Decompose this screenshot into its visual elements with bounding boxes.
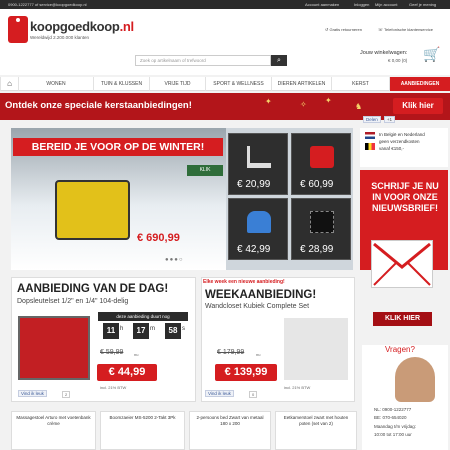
hero-main-price: € 690,99 <box>137 232 180 244</box>
support-agent-avatar <box>395 357 435 402</box>
timer-minutes: 17 <box>133 323 149 339</box>
deal-product-name[interactable]: Dopsleutelset 1/2" en 1/4" 104-delig <box>17 298 128 305</box>
logo-tag-icon[interactable] <box>8 16 28 43</box>
nl-flag-icon <box>365 132 375 139</box>
help-title: Vragen? <box>385 345 415 354</box>
week-nu-label: nu <box>256 352 261 357</box>
help-phone-nl[interactable]: NL: 0900-1222777 <box>374 407 411 412</box>
timer-m-unit: m <box>150 326 155 332</box>
deal-nu-label: nu <box>134 352 139 357</box>
deal-timer-label: deze aanbieding duurt nog <box>98 312 188 321</box>
feedback-link[interactable]: Geef je mening <box>409 2 436 7</box>
service-usp: ☏ Telefonische klantenservice <box>378 27 433 32</box>
bottom-product[interactable]: Boomzaeier MS-5200 2-Takt 3Pk <box>100 411 185 450</box>
cart-value[interactable]: € 0,00 (0) <box>388 58 407 63</box>
timer-hours: 11 <box>103 323 119 339</box>
star-icon: ✦ <box>265 97 272 106</box>
timer-s-unit: s <box>182 326 185 332</box>
nav-tuin[interactable]: TUIN & KLUSSEN <box>93 77 149 91</box>
christmas-klik-hier-button[interactable]: Klik hier <box>393 98 443 114</box>
help-hours: Maandag t/m vrijdag: <box>374 424 417 429</box>
week-product-name[interactable]: Wandcloset Kubiek Complete Set <box>205 303 309 310</box>
cart-title[interactable]: Jouw winkelwagen: <box>360 50 407 56</box>
nav-sport[interactable]: SPORT & WELLNESS <box>205 77 271 91</box>
week-vat: incl. 21% BTW <box>284 385 311 390</box>
help-hours-time: 10:00 tot 17:00 uur <box>374 432 412 437</box>
returns-usp: ↺ Gratis retourneren <box>325 27 362 32</box>
shipping-info: In België en Nederland geen verzendkoste… <box>360 128 448 167</box>
newsletter-klik-hier-button[interactable]: KLIK HIER <box>373 312 432 326</box>
account-link[interactable]: Account aanmaken <box>305 2 339 7</box>
envelope-icon <box>371 240 433 288</box>
bottom-product[interactable]: Massagestoel Arturo met voetenbank crème <box>11 411 96 450</box>
week-price[interactable]: € 139,99 <box>215 364 277 381</box>
cart-icon[interactable]: 🛒 <box>423 47 443 62</box>
home-icon[interactable]: ⌂ <box>0 77 18 91</box>
week-banner: Elke week een nieuwe aanbieding! <box>203 279 285 285</box>
share-button[interactable]: Delen <box>363 116 381 123</box>
snow-blower-image <box>55 180 130 240</box>
nav-wonen[interactable]: WONEN <box>18 77 93 91</box>
socket-set-image <box>18 316 90 380</box>
deal-title: AANBIEDING VAN DE DAG! <box>17 283 169 295</box>
reindeer-icon: ♞ <box>355 102 363 111</box>
snow-pusher-icon <box>310 146 334 168</box>
social-bar: Delen +1 <box>363 116 396 123</box>
main-nav: ⌂ WONEN TUIN & KLUSSEN VRIJE TIJD SPORT … <box>0 77 450 91</box>
mat-icon <box>310 211 334 233</box>
product-tile[interactable]: € 42,99 <box>228 198 288 260</box>
slider-dots[interactable]: ●●●○ <box>165 257 184 263</box>
page-root: 0900-1222777 of service@koopgoedkoop.nl … <box>0 0 450 450</box>
bottom-product[interactable]: 2-persoons bed Zwart van metaal 180 x 20… <box>189 411 271 450</box>
star-icon: ✦ <box>325 96 332 105</box>
timer-seconds: 58 <box>165 323 181 339</box>
week-like-button[interactable]: Vind ik leuk <box>205 390 234 397</box>
logo[interactable]: koopgoedkoop.nl <box>30 19 134 34</box>
contact-info: 0900-1222777 of service@koopgoedkoop.nl <box>8 2 87 7</box>
top-bar: 0900-1222777 of service@koopgoedkoop.nl … <box>0 0 450 9</box>
search-input[interactable]: Zoek op artikelnaam of trefwoord <box>135 55 271 66</box>
product-tile[interactable]: € 28,99 <box>291 198 351 260</box>
tagline: Wereldwijd 2.200.000 klanten <box>30 35 89 40</box>
sled-icon <box>247 211 271 233</box>
deal-old-price: € 59,99 <box>100 349 124 356</box>
help-phone-be[interactable]: BE: 070-654020 <box>374 415 407 420</box>
deal-like-count: 2 <box>62 391 71 398</box>
week-old-price: € 179,99 <box>217 349 245 356</box>
plus-one-button[interactable]: +1 <box>383 116 396 123</box>
week-like-count: 0 <box>249 391 258 398</box>
deal-like-button[interactable]: Vind ik leuk <box>18 390 47 397</box>
hero-klik-button[interactable]: KLIK <box>187 165 223 176</box>
nav-kerst[interactable]: KERST <box>331 77 389 91</box>
product-tile[interactable]: € 60,99 <box>291 133 351 195</box>
be-flag-icon <box>365 143 375 150</box>
star-icon: ✧ <box>300 100 307 109</box>
nav-vrije-tijd[interactable]: VRIJE TIJD <box>149 77 205 91</box>
deal-price[interactable]: € 44,99 <box>97 364 157 381</box>
deal-vat: incl. 21% BTW <box>100 385 127 390</box>
shovel-icon <box>247 146 271 168</box>
search-icon[interactable]: ⌕ <box>271 55 287 66</box>
newsletter-text: SCHRIJF JE NU IN VOOR ONZE NIEUWSBRIEF! <box>371 181 439 213</box>
nav-dieren[interactable]: DIEREN ARTIKELEN <box>271 77 331 91</box>
product-tile[interactable]: € 20,99 <box>228 133 288 195</box>
login-link[interactable]: Inloggen <box>354 2 369 7</box>
bottom-product[interactable]: Eetkamerstoel zwart met houten poten (se… <box>275 411 357 450</box>
christmas-banner-text: Ontdek onze speciale kerstaanbiedingen! <box>5 100 192 111</box>
hero-headline: BEREID JE VOOR OP DE WINTER! <box>13 138 223 156</box>
week-title: WEEKAANBIEDING! <box>205 289 317 301</box>
nav-aanbiedingen[interactable]: AANBIEDINGEN <box>389 77 450 91</box>
toilet-image <box>284 318 348 380</box>
my-account-link[interactable]: Mijn account <box>375 2 397 7</box>
timer-h-unit: h <box>120 326 124 332</box>
